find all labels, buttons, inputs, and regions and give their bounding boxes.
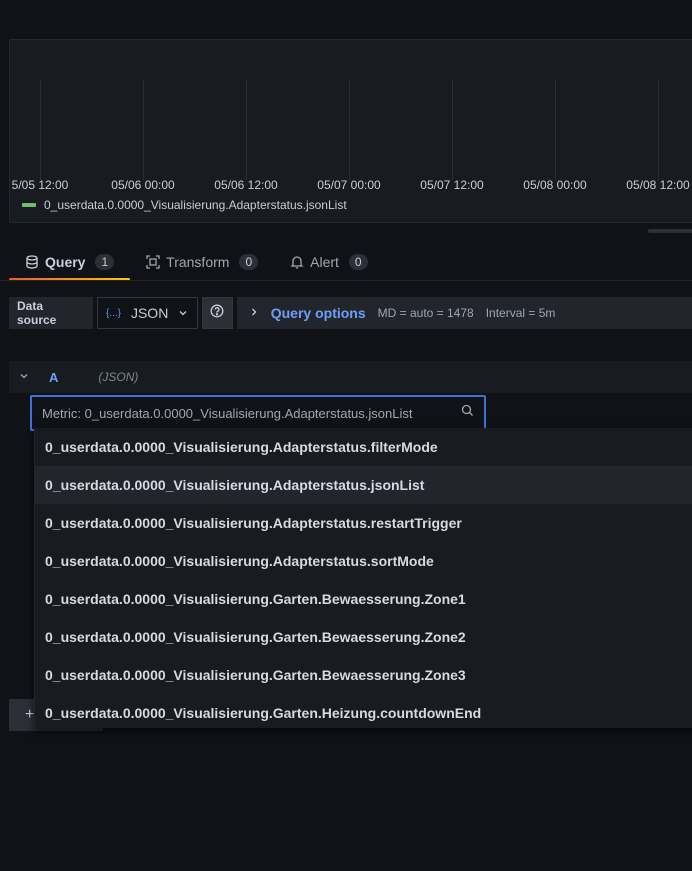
tab-transform-count: 0 <box>239 254 259 270</box>
gridline <box>143 80 144 180</box>
legend-item[interactable]: 0_userdata.0.0000_Visualisierung.Adapter… <box>22 198 347 212</box>
x-tick-label: 05/08 12:00 <box>626 178 690 192</box>
tab-transform-label: Transform <box>166 254 230 270</box>
help-button[interactable] <box>202 297 233 329</box>
tab-alert-label: Alert <box>310 254 339 270</box>
query-options-title: Query options <box>270 305 366 321</box>
query-options-toggle[interactable]: Query options MD = auto = 1478 Interval … <box>236 297 692 329</box>
x-tick-label: 05/06 00:00 <box>111 178 175 192</box>
datasource-label: Data source <box>9 297 93 329</box>
question-circle-icon <box>210 304 224 323</box>
collapse-chevron-icon[interactable] <box>19 368 29 386</box>
gridline <box>349 80 350 180</box>
x-tick-label: 05/06 12:00 <box>214 178 278 192</box>
datasource-selected: JSON <box>130 305 169 321</box>
metric-dropdown: 0_userdata.0.0000_Visualisierung.Adapter… <box>34 428 692 728</box>
chevron-right-icon <box>249 306 259 320</box>
dropdown-option[interactable]: 0_userdata.0.0000_Visualisierung.Garten.… <box>35 656 692 694</box>
gridline <box>40 80 41 180</box>
metric-input-wrapper <box>30 395 486 431</box>
x-tick-label: 5/05 12:00 <box>11 178 69 192</box>
graph-panel: 5/05 12:00 05/06 00:00 05/06 12:00 05/07 00… <box>9 39 692 223</box>
tab-query-count: 1 <box>95 254 115 270</box>
horizontal-scrollbar[interactable] <box>648 229 692 233</box>
search-icon <box>461 404 474 422</box>
database-icon <box>25 255 39 269</box>
tabs-divider <box>0 280 692 281</box>
top-strip <box>0 0 692 39</box>
gridline <box>658 80 659 180</box>
chevron-down-icon <box>178 305 188 321</box>
dropdown-option[interactable]: 0_userdata.0.0000_Visualisierung.Garten.… <box>35 580 692 618</box>
query-options-md: MD = auto = 1478 <box>377 306 474 320</box>
x-tick-label: 05/07 00:00 <box>317 178 381 192</box>
dropdown-option[interactable]: 0_userdata.0.0000_Visualisierung.Garten.… <box>35 694 692 732</box>
tab-query[interactable]: Query 1 <box>9 244 131 281</box>
dropdown-option[interactable]: 0_userdata.0.0000_Visualisierung.Adapter… <box>35 466 692 504</box>
editor-tabs: Query 1 Transform 0 Alert 0 <box>9 244 384 281</box>
x-tick-label: 05/08 00:00 <box>523 178 587 192</box>
metric-input[interactable] <box>42 405 461 421</box>
query-options-interval: Interval = 5m <box>485 306 556 320</box>
dropdown-option[interactable]: 0_userdata.0.0000_Visualisierung.Adapter… <box>35 542 692 580</box>
transform-icon <box>146 255 160 269</box>
legend-label: 0_userdata.0.0000_Visualisierung.Adapter… <box>44 198 347 212</box>
json-logo-icon: {...} <box>105 307 121 319</box>
query-ref-id[interactable]: A <box>49 370 58 385</box>
tab-alert-count: 0 <box>348 254 368 270</box>
dropdown-option[interactable]: 0_userdata.0.0000_Visualisierung.Garten.… <box>35 618 692 656</box>
gridline <box>555 80 556 180</box>
datasource-row: Data source {...} JSON Query options MD … <box>9 297 692 329</box>
gridline <box>246 80 247 180</box>
query-row-header[interactable]: A (JSON) <box>9 361 692 393</box>
tab-transform[interactable]: Transform 0 <box>130 244 274 280</box>
x-tick-label: 05/07 12:00 <box>420 178 484 192</box>
query-datasource-name: (JSON) <box>98 370 139 384</box>
tab-query-label: Query <box>45 254 86 270</box>
bell-icon <box>290 255 304 269</box>
dropdown-option[interactable]: 0_userdata.0.0000_Visualisierung.Adapter… <box>35 428 692 466</box>
dropdown-option[interactable]: 0_userdata.0.0000_Visualisierung.Adapter… <box>35 504 692 542</box>
tab-alert[interactable]: Alert 0 <box>274 244 383 280</box>
gridline <box>452 80 453 180</box>
datasource-picker[interactable]: {...} JSON <box>96 297 199 329</box>
legend-swatch <box>22 203 36 207</box>
